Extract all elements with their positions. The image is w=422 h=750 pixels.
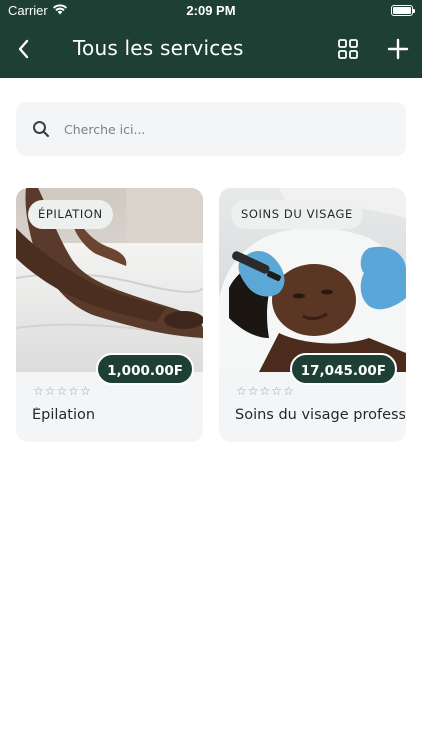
search-bar[interactable]	[16, 102, 406, 156]
app-header: Carrier 2:09 PM Tous les services	[0, 0, 422, 78]
service-card[interactable]: SOINS DU VISAGE 17,045.00F ☆☆☆☆☆ Soins d…	[219, 188, 406, 442]
rating-stars: ☆☆☆☆☆	[236, 384, 295, 398]
chevron-left-icon[interactable]	[12, 36, 38, 62]
search-input[interactable]	[64, 110, 384, 148]
price-tag: 1,000.00F	[96, 353, 194, 385]
battery-icon	[391, 5, 415, 16]
rating-stars: ☆☆☆☆☆	[33, 384, 92, 398]
category-badge: SOINS DU VISAGE	[231, 200, 363, 229]
clock: 2:09 PM	[186, 3, 236, 18]
price-tag: 17,045.00F	[289, 353, 397, 385]
page-title: Tous les services	[73, 36, 244, 60]
service-card[interactable]: ÉPILATION 1,000.00F ☆☆☆☆☆ Épilation	[16, 188, 203, 442]
search-icon	[33, 121, 50, 138]
service-name: Épilation	[32, 407, 96, 423]
category-badge: ÉPILATION	[28, 200, 113, 229]
plus-icon[interactable]	[386, 37, 410, 61]
status-bar: Carrier 2:09 PM	[0, 0, 422, 22]
service-name: Soins du visage profess	[235, 407, 405, 423]
grid-view-icon[interactable]	[337, 38, 359, 60]
